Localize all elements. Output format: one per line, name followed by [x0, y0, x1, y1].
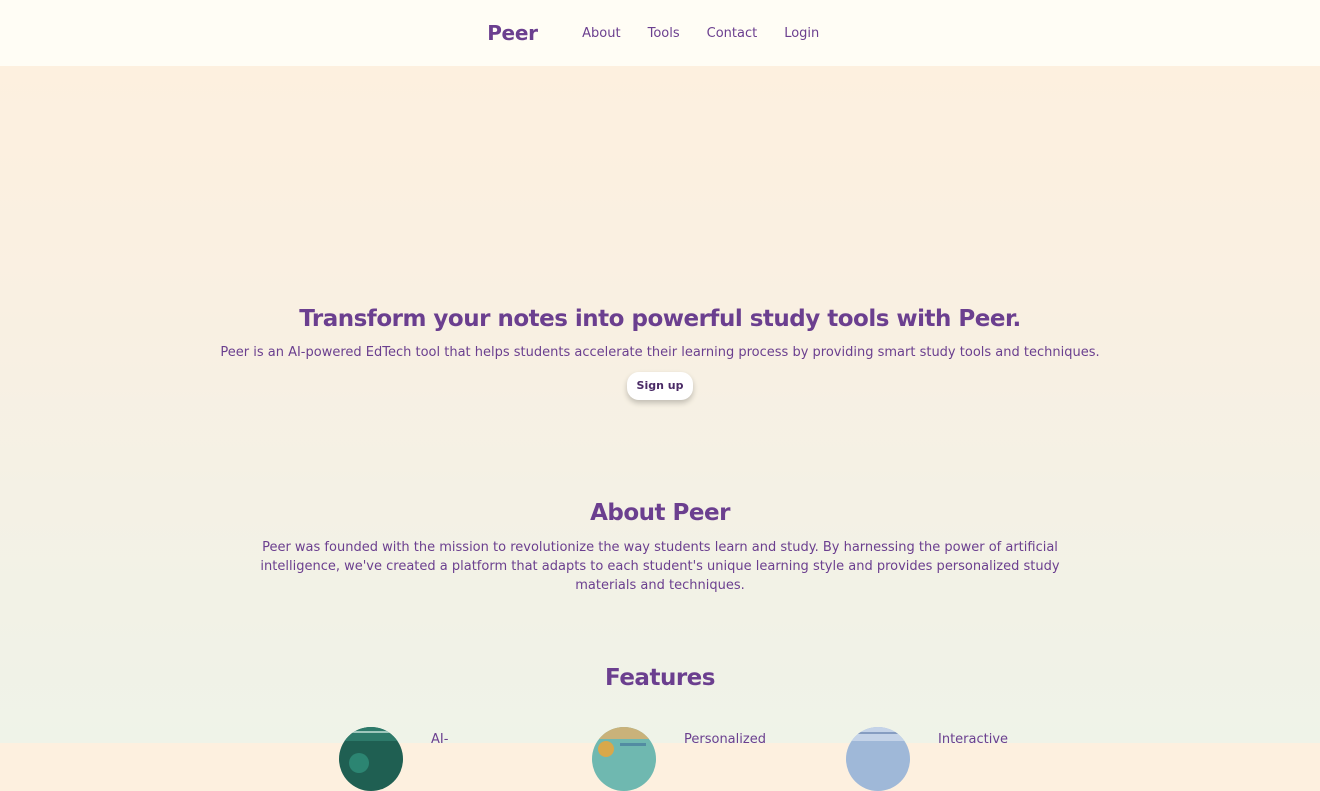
signup-button[interactable]: Sign up [627, 372, 693, 400]
feature-thumbnail [339, 727, 403, 791]
feature-card-personalized[interactable]: Personalized [592, 727, 766, 791]
about-text: Peer was founded with the mission to rev… [260, 540, 1060, 593]
feature-thumbnail [592, 727, 656, 791]
nav-link-tools[interactable]: Tools [648, 26, 680, 41]
hero-section: Transform your notes into powerful study… [0, 306, 1320, 400]
about-title: About Peer [590, 500, 730, 526]
nav-link-contact[interactable]: Contact [707, 26, 758, 41]
feature-title: Personalized [684, 732, 766, 747]
hero-subtitle: Peer is an AI-powered EdTech tool that h… [220, 345, 1100, 360]
feature-title: Interactive [938, 732, 1009, 747]
brand-logo-text[interactable]: Peer [487, 21, 538, 45]
features-title: Features [605, 665, 715, 691]
feature-thumbnail [846, 727, 910, 791]
feature-title: AI- [431, 732, 449, 747]
hero-title: Transform your notes into powerful study… [299, 306, 1021, 332]
about-section: About Peer Peer was founded with the mis… [0, 500, 1320, 595]
nav-link-about[interactable]: About [582, 26, 620, 41]
feature-card-ai[interactable]: AI- [339, 727, 448, 791]
top-navbar: Peer About Tools Contact Login [0, 0, 1320, 66]
nav-link-login[interactable]: Login [784, 26, 819, 41]
feature-card-interactive[interactable]: Interactive [846, 727, 1008, 791]
features-section: Features [0, 665, 1320, 691]
